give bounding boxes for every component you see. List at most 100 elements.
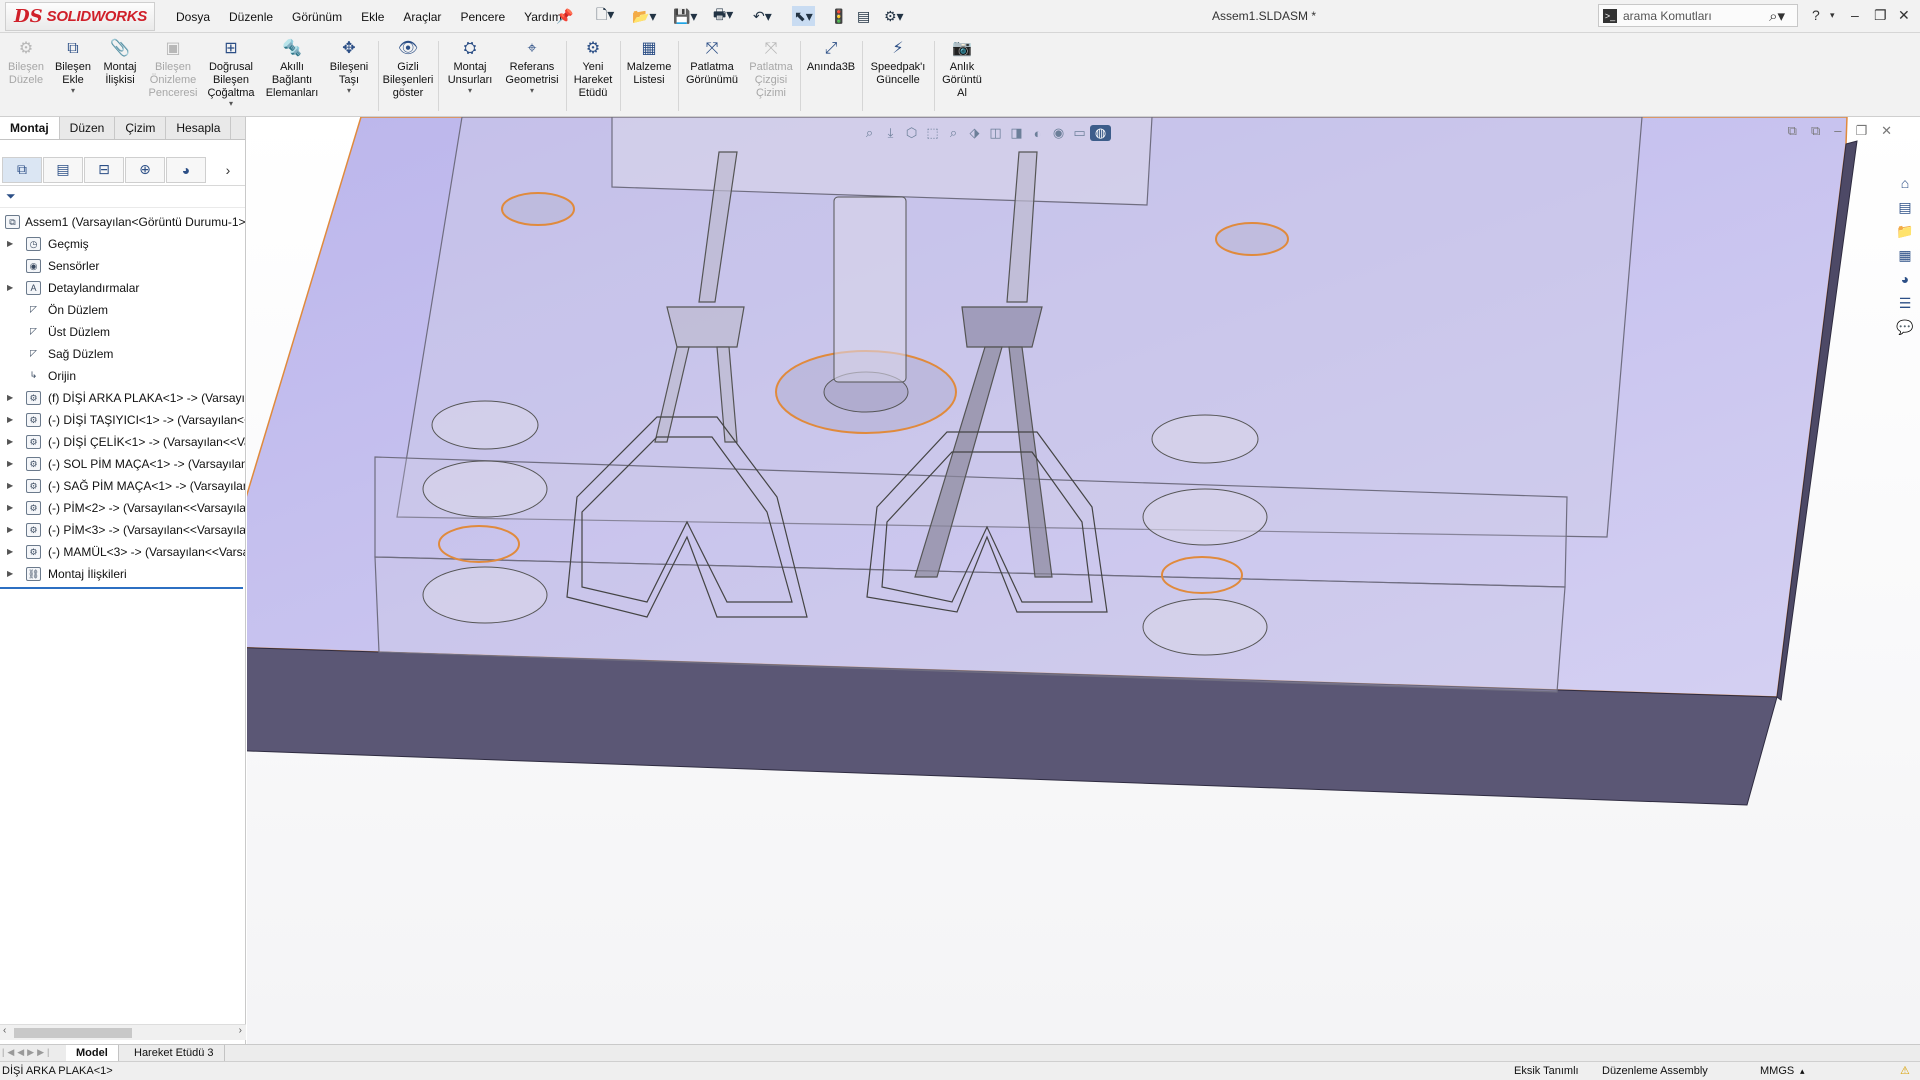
appearances-icon[interactable]: ◕: [1894, 268, 1916, 290]
show-hidden-components-button[interactable]: 👁 Gizli Bileşenleri göster: [382, 39, 434, 100]
feature-manager-icon[interactable]: ⧉: [2, 156, 42, 183]
realview-icon[interactable]: ◍: [1090, 125, 1111, 141]
tree-item-component[interactable]: ▶ ⚙ (-) PİM<3> -> (Varsayılan<<Varsayılan>…: [0, 519, 245, 541]
search-commands[interactable]: >_ arama Komutları ⌕▾: [1598, 4, 1798, 27]
view-palette-icon[interactable]: ▦: [1894, 244, 1916, 266]
tab-montaj[interactable]: Montaj: [0, 117, 60, 139]
dropdown-icon[interactable]: ▾: [326, 87, 372, 95]
expand-icon[interactable]: ▶: [7, 387, 13, 409]
restore-button[interactable]: ❐: [1874, 7, 1887, 24]
smart-fasteners-button[interactable]: 🔩 Akıllı Bağlantı Elemanları: [262, 39, 322, 100]
forum-icon[interactable]: 💬: [1894, 316, 1916, 338]
file-properties-icon[interactable]: ▤: [857, 6, 870, 26]
home-icon[interactable]: ⌂: [1894, 172, 1916, 194]
undo-icon[interactable]: ↶▾: [753, 6, 772, 26]
menu-pencere[interactable]: Pencere: [460, 10, 505, 24]
dropdown-icon[interactable]: ▾: [444, 87, 496, 95]
menu-dosya[interactable]: Dosya: [176, 10, 210, 24]
menu-duzenle[interactable]: Düzenle: [229, 10, 273, 24]
solidworks-logo[interactable]: DS SOLIDWORKS: [5, 2, 155, 31]
display-style-icon[interactable]: ◫: [985, 125, 1006, 141]
zoom-area-icon[interactable]: ⤓: [880, 125, 901, 141]
expand-icon[interactable]: ▶: [7, 475, 13, 497]
chevron-right-icon[interactable]: ›: [220, 157, 236, 183]
filter-icon[interactable]: ⏷: [6, 189, 16, 204]
rebuild-status-icon[interactable]: ⚠: [1900, 1062, 1910, 1080]
expand-icon[interactable]: ▶: [7, 277, 13, 299]
instant3d-button[interactable]: ⤢ Anında3B: [804, 39, 858, 74]
pin-icon[interactable]: 📌: [556, 6, 573, 26]
tree-item-component[interactable]: ▶⚙(-) DİŞİ TAŞIYICI<1> -> (Varsayılan<<V…: [0, 409, 245, 431]
bill-of-materials-button[interactable]: ▦ Malzeme Listesi: [624, 39, 674, 87]
tab-cizim[interactable]: Çizim: [115, 117, 167, 139]
view-settings-icon[interactable]: ▭: [1069, 125, 1090, 141]
apply-scene-icon[interactable]: ◉: [1048, 125, 1069, 141]
search-input[interactable]: arama Komutları: [1623, 9, 1712, 23]
save-icon[interactable]: 💾▾: [673, 6, 697, 26]
tree-item-top-plane[interactable]: ◸ Üst Düzlem: [0, 321, 245, 343]
menu-ekle[interactable]: Ekle: [361, 10, 384, 24]
units-selector[interactable]: MMGS: [1760, 1062, 1794, 1080]
expand-icon[interactable]: ▶: [7, 497, 13, 519]
scroll-left-icon[interactable]: ‹: [3, 1025, 6, 1036]
help-dropdown-icon[interactable]: ▾: [1830, 10, 1835, 21]
units-dropdown-icon[interactable]: ▴: [1800, 1062, 1805, 1080]
tree-item-sensors[interactable]: ◉ Sensörler: [0, 255, 245, 277]
graphics-area[interactable]: X Z ⌕ ⤓ ⬡ ⬚ ⌕ ⬗ ◫ ◨ ◐ ◉ ▭ ◍ ⧉⧉–❐✕ ⌂ ▤ 📁 …: [247, 117, 1920, 1044]
expand-icon[interactable]: ▶: [7, 431, 13, 453]
tree-item-right-plane[interactable]: ◸ Sağ Düzlem: [0, 343, 245, 365]
dynamic-annotation-icon[interactable]: ⌕: [943, 125, 964, 141]
reference-geometry-button[interactable]: ⌖ Referans Geometrisi ▾: [502, 39, 562, 95]
expand-icon[interactable]: ▶: [7, 409, 13, 431]
tab-navigation-icons[interactable]: |◀◀▶▶|: [2, 1047, 52, 1058]
fix-component-button[interactable]: ⚙ Bileşen Düzele: [6, 39, 46, 87]
expand-icon[interactable]: ▶: [7, 519, 13, 541]
tab-hesapla[interactable]: Hesapla: [166, 117, 232, 139]
tree-item-component[interactable]: ▶⚙(-) MAMÜL<3> -> (Varsayılan<<Varsayıla…: [0, 541, 245, 563]
view-orientation-icon[interactable]: ⬗: [964, 125, 985, 141]
scroll-right-icon[interactable]: ›: [239, 1025, 242, 1036]
dropdown-icon[interactable]: ▾: [204, 100, 258, 108]
tree-item-component[interactable]: ▶⚙(-) DİŞİ ÇELİK<1> -> (Varsayılan<<Vars…: [0, 431, 245, 453]
explode-line-sketch-button[interactable]: ⤧ Patlatma Çizgisi Çizimi: [746, 39, 796, 100]
tree-item-component[interactable]: ▶ ⚙ (-) PİM<2> -> (Varsayılan<<Varsayılan>…: [0, 497, 245, 519]
tree-item-history[interactable]: ▶ ◷ Geçmiş: [0, 233, 245, 255]
tree-item-mates[interactable]: ▶ ⛓ Montaj İlişkileri: [0, 563, 245, 585]
dimxpert-icon[interactable]: ⊕: [125, 156, 165, 183]
hide-show-icon[interactable]: ◨: [1006, 125, 1027, 141]
linear-pattern-button[interactable]: ⊞ Doğrusal Bileşen Çoğaltma ▾: [204, 39, 258, 108]
tree-item-component[interactable]: ▶⚙(-) SAĞ PİM MAÇA<1> -> (Varsayılan<<Va…: [0, 475, 245, 497]
section-view-icon[interactable]: ⬚: [922, 125, 943, 141]
print-icon[interactable]: 🖶▾: [713, 6, 733, 26]
select-icon[interactable]: ⬉▾: [792, 6, 815, 26]
zoom-to-fit-icon[interactable]: ⌕: [859, 125, 880, 141]
dropdown-icon[interactable]: ▾: [52, 87, 94, 95]
expand-icon[interactable]: ▶: [7, 233, 13, 255]
assembly-features-button[interactable]: ⛭ Montaj Unsurları ▾: [444, 39, 496, 95]
expand-icon[interactable]: ▶: [7, 453, 13, 475]
new-motion-study-button[interactable]: ⚙ Yeni Hareket Etüdü: [570, 39, 616, 100]
tab-model[interactable]: Model: [66, 1045, 119, 1061]
search-icon[interactable]: ⌕▾: [1769, 7, 1785, 25]
move-component-button[interactable]: ✥ Bileşeni Taşı ▾: [326, 39, 372, 95]
design-library-icon[interactable]: ▤: [1894, 196, 1916, 218]
tab-duzen[interactable]: Düzen: [60, 117, 116, 139]
horizontal-scrollbar[interactable]: ‹ ›: [0, 1024, 246, 1040]
edit-appearance-icon[interactable]: ◐: [1027, 126, 1048, 141]
menu-araclar[interactable]: Araçlar: [403, 10, 441, 24]
help-button[interactable]: ?: [1812, 7, 1820, 23]
tree-item-origin[interactable]: ↳ Orijin: [0, 365, 245, 387]
menu-gorunum[interactable]: Görünüm: [292, 10, 342, 24]
insert-component-button[interactable]: ⧉ Bileşen Ekle ▾: [52, 39, 94, 95]
tree-filter[interactable]: ⏷: [0, 186, 245, 208]
property-manager-icon[interactable]: ▤: [43, 156, 83, 183]
model-render[interactable]: [247, 117, 1920, 1044]
tree-root-assembly[interactable]: ⧉ Assem1 (Varsayılan<Görüntü Durumu-1>): [0, 211, 245, 233]
configuration-manager-icon[interactable]: ⊟: [84, 156, 124, 183]
expand-icon[interactable]: ▶: [7, 563, 13, 585]
close-button[interactable]: ✕: [1898, 7, 1910, 24]
tree-rollback-bar[interactable]: [0, 587, 243, 589]
custom-properties-icon[interactable]: ☰: [1894, 292, 1916, 314]
update-speedpak-button[interactable]: ⚡ Speedpak'ı Güncelle: [866, 39, 930, 87]
tree-item-front-plane[interactable]: ◸ Ön Düzlem: [0, 299, 245, 321]
